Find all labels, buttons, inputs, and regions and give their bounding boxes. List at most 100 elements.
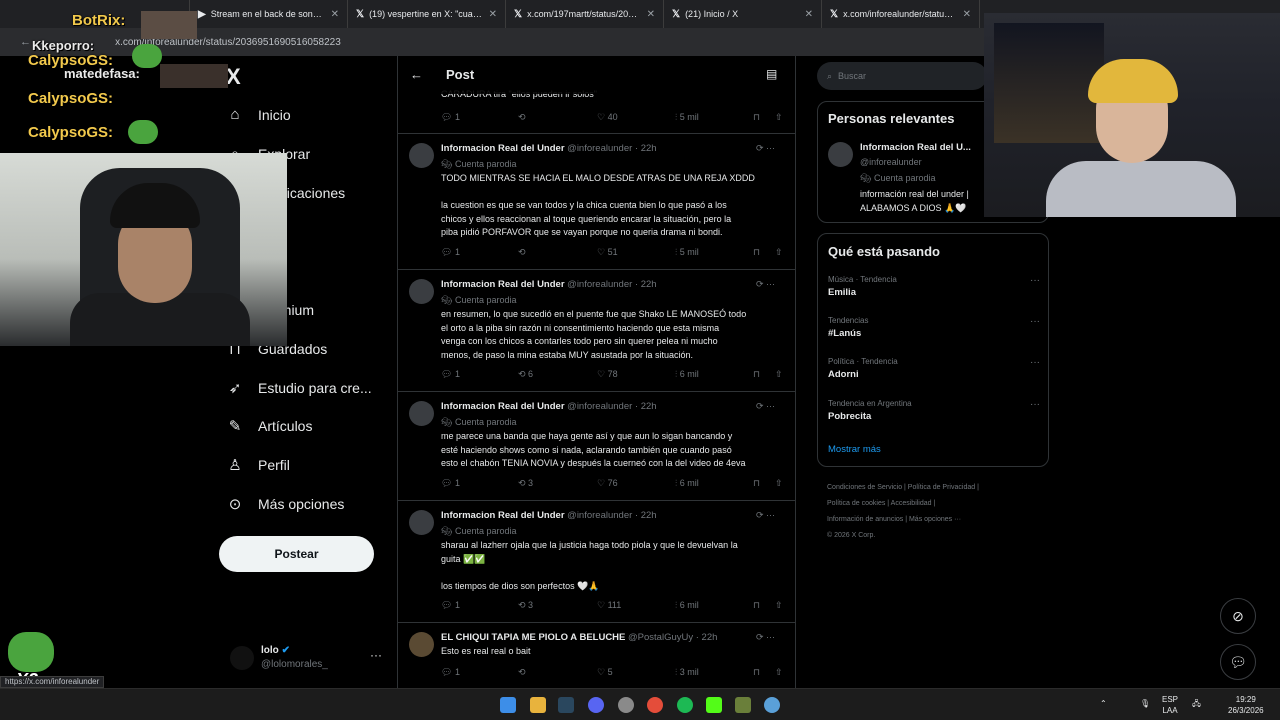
more-icon[interactable]: ··· (370, 648, 382, 662)
trend-item[interactable]: Tendencias #Lanús ··· (828, 316, 1040, 339)
grok-and-more-icons[interactable]: ⟳ ··· (756, 632, 775, 643)
footer-link[interactable]: Información de anuncios | Más opciones ·… (827, 512, 1027, 528)
reply-button[interactable]: 💬︎ 1 (441, 247, 460, 258)
like-button[interactable]: ♡ 78 (597, 369, 618, 380)
like-button[interactable]: ♡ 40 (597, 112, 618, 123)
views-button[interactable]: ⫶ 5 mil (675, 112, 699, 123)
tweet-author[interactable]: Informacion Real del Under (441, 143, 565, 154)
grok-and-more-icons[interactable]: ⟳ ··· (756, 510, 775, 521)
tweet[interactable]: Informacion Real del Under @inforealunde… (398, 269, 795, 391)
tweet[interactable]: Informacion Real del Under @inforealunde… (398, 500, 795, 622)
views-button[interactable]: ⫶ 6 mil (675, 600, 699, 611)
nav-item-perfil[interactable]: ♙ Perfil (226, 456, 290, 474)
bookmark-icon[interactable]: ⊓ (753, 667, 760, 678)
like-button[interactable]: ♡ 5 (597, 667, 613, 678)
language-indicator[interactable]: ESP LAA (1162, 694, 1178, 716)
like-button[interactable]: ♡ 51 (597, 247, 618, 258)
bookmark-icon[interactable]: ⊓ (753, 478, 760, 489)
clock[interactable]: 19:29 26/3/2026 (1228, 694, 1264, 716)
grok-and-more-icons[interactable]: ⟳ ··· (756, 279, 775, 290)
views-button[interactable]: ⫶ 5 mil (675, 247, 699, 258)
app-icon[interactable] (735, 697, 751, 713)
views-button[interactable]: ⫶ 3 mil (675, 667, 699, 678)
reply-button[interactable]: 💬︎ 1 (441, 600, 460, 611)
close-tab-icon[interactable]: ✕ (647, 9, 655, 20)
share-icon[interactable]: ⇧ (775, 112, 783, 123)
app-icon[interactable] (764, 697, 780, 713)
browser-tab-active[interactable]: 𝕏x.com/inforealunder/status/20 ✕ (822, 0, 980, 28)
browser-tab[interactable]: 𝕏 (19) vespertine en X: "cuando e ✕ (348, 0, 506, 28)
repost-button[interactable]: ⟲ (518, 247, 526, 258)
network-icon[interactable]: 🖧 (1192, 698, 1201, 709)
reader-mode-icon[interactable]: ▤ (766, 67, 777, 81)
trend-item[interactable]: Política · Tendencia Adorni ··· (828, 357, 1040, 380)
close-tab-icon[interactable]: ✕ (489, 9, 497, 20)
bookmark-icon[interactable]: ⊓ (753, 369, 760, 380)
more-icon[interactable]: ··· (1030, 399, 1040, 410)
tweet-author[interactable]: EL CHIQUI TAPIA ME PIOLO A BELUCHE (441, 632, 625, 643)
nav-item-articulos[interactable]: ✎ Artículos (226, 417, 313, 435)
reply-button[interactable]: 💬︎ 1 (441, 112, 460, 123)
repost-button[interactable]: ⟲ 3 (518, 478, 533, 489)
bookmark-icon[interactable]: ⊓ (753, 600, 760, 611)
windows-start-icon[interactable] (500, 697, 516, 713)
discord-icon[interactable] (588, 697, 604, 713)
tweet-author[interactable]: Informacion Real del Under (441, 510, 565, 521)
more-icon[interactable]: ··· (1030, 357, 1040, 368)
grok-and-more-icons[interactable]: ⟳ ··· (756, 401, 775, 412)
chrome-icon[interactable] (647, 697, 663, 713)
avatar[interactable] (409, 143, 434, 168)
views-button[interactable]: ⫶ 6 mil (675, 478, 699, 489)
more-icon[interactable]: ··· (1030, 275, 1040, 286)
repost-button[interactable]: ⟲ 6 (518, 369, 533, 380)
trend-item[interactable]: Música · Tendencia Emilia ··· (828, 275, 1040, 298)
trend-item[interactable]: Tendencia en Argentina Pobrecita ··· (828, 399, 1040, 422)
share-icon[interactable]: ⇧ (775, 247, 783, 258)
grok-button[interactable]: ⊘ (1220, 598, 1256, 634)
share-icon[interactable]: ⇧ (775, 478, 783, 489)
repost-button[interactable]: ⟲ 3 (518, 600, 533, 611)
reply-button[interactable]: 💬︎ 1 (441, 478, 460, 489)
grok-and-more-icons[interactable]: ⟳ ··· (756, 143, 775, 154)
share-icon[interactable]: ⇧ (775, 369, 783, 380)
avatar[interactable] (409, 632, 434, 657)
more-icon[interactable]: ··· (1030, 316, 1040, 327)
browser-tab[interactable]: ▶ Stream en el back de sonny mo ✕ (190, 0, 348, 28)
repost-button[interactable]: ⟲ (518, 112, 526, 123)
x-logo[interactable]: X (226, 64, 241, 90)
close-tab-icon[interactable]: ✕ (963, 9, 971, 20)
person-name[interactable]: Informacion Real del U... (860, 142, 971, 153)
like-button[interactable]: ♡ 111 (597, 600, 621, 611)
reply-button[interactable]: 💬︎ 1 (441, 369, 460, 380)
tweet-author[interactable]: Informacion Real del Under (441, 279, 565, 290)
bookmark-icon[interactable]: ⊓ (753, 112, 760, 123)
steam-icon[interactable] (558, 697, 574, 713)
file-explorer-icon[interactable] (530, 697, 546, 713)
footer-link[interactable]: Política de cookies | Accesibilidad | (827, 496, 1027, 512)
browser-tab[interactable]: 𝕏 (21) Inicio / X ✕ (664, 0, 822, 28)
show-more-link[interactable]: Mostrar más (828, 444, 881, 455)
tweet[interactable]: Informacion Real del Under @inforealunde… (398, 133, 795, 269)
bookmark-icon[interactable]: ⊓ (753, 247, 760, 258)
kick-icon[interactable] (706, 697, 722, 713)
avatar[interactable] (828, 142, 853, 167)
microphone-icon[interactable]: 🎙︎ (1140, 698, 1150, 709)
tweet[interactable]: EL CHIQUI TAPIA ME PIOLO A BELUCHE @Post… (398, 622, 795, 688)
close-tab-icon[interactable]: ✕ (805, 9, 813, 20)
chevron-up-icon[interactable]: ⌃ (1100, 698, 1107, 709)
back-arrow-icon[interactable]: ← (410, 67, 423, 82)
views-button[interactable]: ⫶ 6 mil (675, 369, 699, 380)
nav-item-inicio[interactable]: ⌂ Inicio (226, 106, 290, 123)
nav-item-mas-opciones[interactable]: ⊙ Más opciones (226, 495, 345, 513)
close-tab-icon[interactable]: ✕ (331, 9, 339, 20)
post-button[interactable]: Postear (219, 536, 374, 572)
share-icon[interactable]: ⇧ (775, 600, 783, 611)
share-icon[interactable]: ⇧ (775, 667, 783, 678)
spotify-icon[interactable] (677, 697, 693, 713)
reply-button[interactable]: 💬︎ 1 (441, 667, 460, 678)
avatar[interactable] (409, 279, 434, 304)
like-button[interactable]: ♡ 76 (597, 478, 618, 489)
footer-link[interactable]: Condiciones de Servicio | Política de Pr… (827, 480, 1027, 496)
messages-button[interactable]: 💬︎ (1220, 644, 1256, 680)
browser-tab[interactable]: 𝕏x.com/197martt/status/20366 ✕ (506, 0, 664, 28)
